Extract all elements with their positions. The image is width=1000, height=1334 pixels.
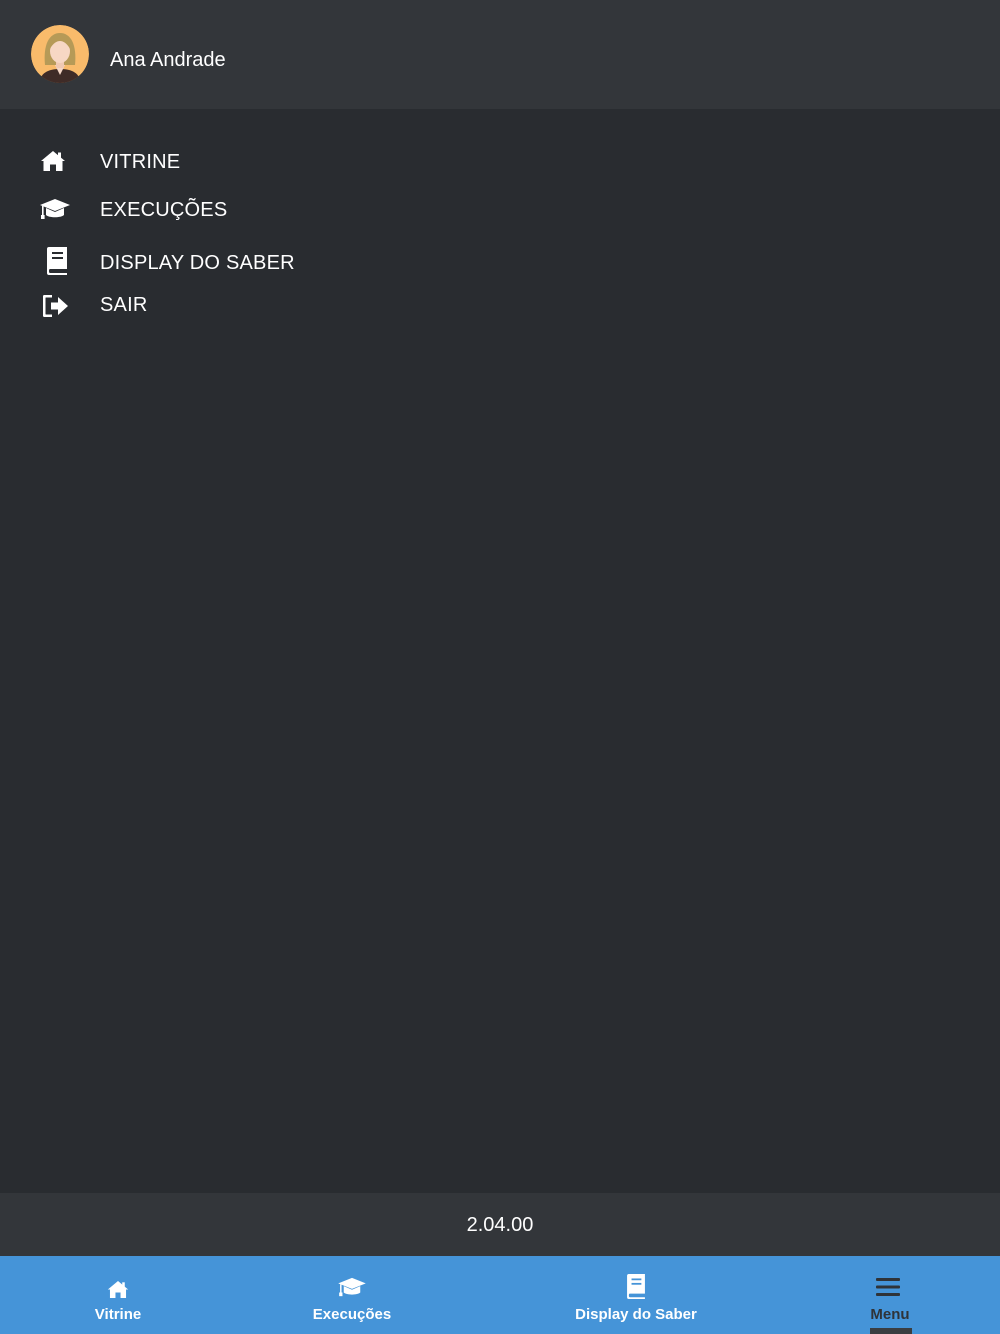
menu-item-display-do-saber[interactable]: DISPLAY DO SABER bbox=[0, 242, 420, 282]
home-icon bbox=[40, 150, 74, 180]
active-tab-indicator bbox=[870, 1328, 912, 1334]
menu-item-label: SAIR bbox=[100, 294, 148, 316]
female-avatar-icon[interactable] bbox=[31, 25, 89, 83]
tab-label: Display do Saber bbox=[575, 1306, 697, 1323]
tab-label: Vitrine bbox=[94, 1306, 142, 1323]
menu-item-sair[interactable]: SAIR bbox=[0, 286, 420, 326]
sign-out-icon bbox=[42, 294, 77, 325]
profile-header: Ana Andrade bbox=[0, 0, 1000, 109]
menu-item-label: VITRINE bbox=[100, 151, 181, 173]
graduation-cap-icon bbox=[39, 197, 73, 227]
book-icon bbox=[625, 1274, 647, 1304]
bottom-tab-bar: Vitrine Execuções Display do Saber Menu bbox=[0, 1256, 1000, 1334]
menu-item-label: EXECUÇÕES bbox=[100, 199, 228, 221]
menu-item-label: DISPLAY DO SABER bbox=[100, 252, 295, 274]
hamburger-menu-icon bbox=[876, 1277, 900, 1302]
graduation-cap-icon bbox=[336, 1276, 368, 1303]
app-version: 2.04.00 bbox=[466, 1214, 534, 1236]
tab-vitrine[interactable]: Vitrine bbox=[68, 1256, 168, 1334]
tab-label: Menu bbox=[870, 1306, 910, 1323]
menu-item-execucoes[interactable]: EXECUÇÕES bbox=[0, 190, 420, 230]
tab-execucoes[interactable]: Execuções bbox=[292, 1256, 412, 1334]
version-bar: 2.04.00 bbox=[0, 1193, 1000, 1256]
tab-menu[interactable]: Menu bbox=[850, 1256, 930, 1334]
user-name: Ana Andrade bbox=[110, 49, 226, 71]
home-icon bbox=[107, 1280, 129, 1304]
book-icon bbox=[45, 247, 79, 277]
menu-item-vitrine[interactable]: VITRINE bbox=[0, 142, 420, 182]
tab-display-do-saber[interactable]: Display do Saber bbox=[566, 1256, 706, 1334]
tab-label: Execuções bbox=[312, 1306, 392, 1323]
